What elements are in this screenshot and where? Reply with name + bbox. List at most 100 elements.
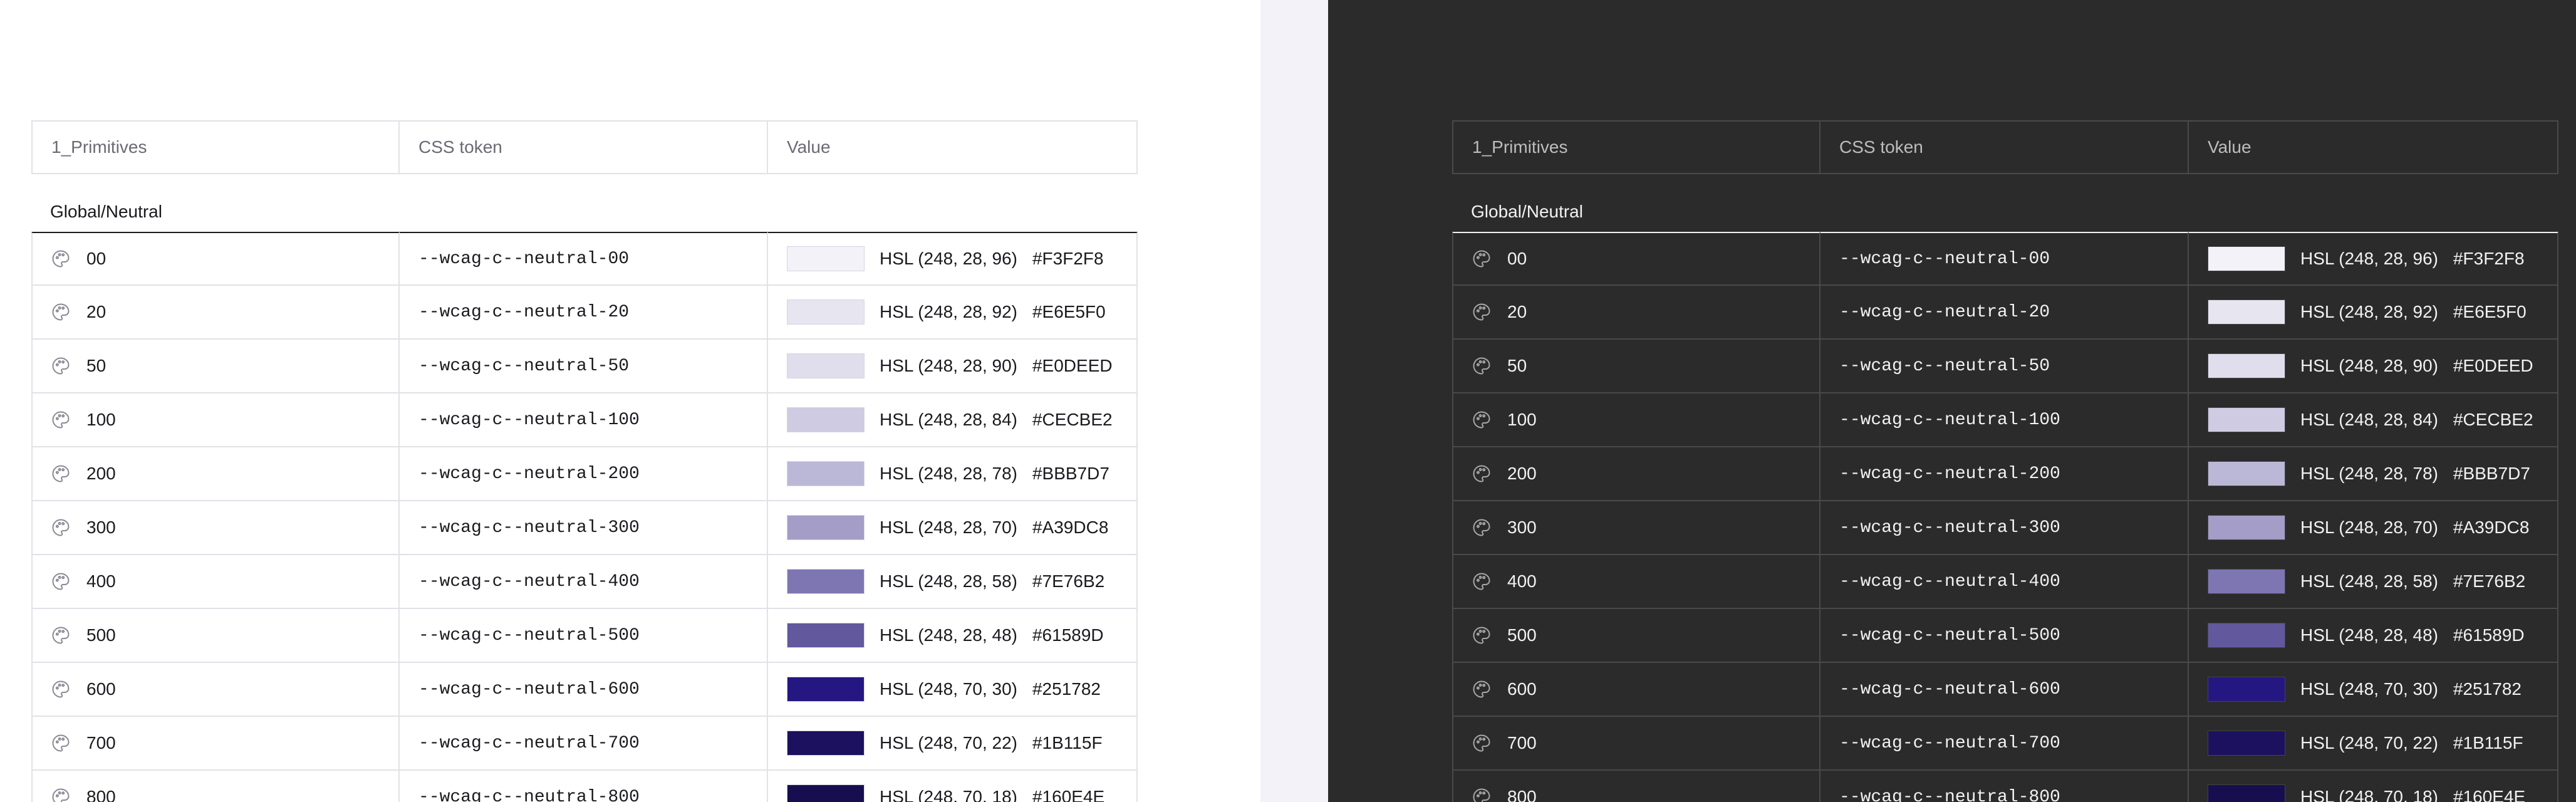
css-token[interactable]: --wcag-c--neutral-00 [400,232,768,286]
hex-value: #E0DEED [2453,356,2533,375]
value-cell: HSL (248, 70, 30) #251782 [2189,663,2558,717]
css-token[interactable]: --wcag-c--neutral-700 [1820,717,2189,771]
value-cell: HSL (248, 28, 90) #E0DEED [2189,340,2558,393]
css-token[interactable]: --wcag-c--neutral-600 [1820,663,2189,717]
palette-icon [52,303,70,321]
table-row[interactable]: 800 --wcag-c--neutral-800 HSL (248, 70, … [31,771,1138,802]
table-row[interactable]: 200 --wcag-c--neutral-200 HSL (248, 28, … [1452,447,2558,501]
css-token[interactable]: --wcag-c--neutral-100 [1820,393,2189,447]
table-row[interactable]: 500 --wcag-c--neutral-500 HSL (248, 28, … [1452,609,2558,663]
hsl-value: HSL (248, 70, 18) [880,787,1017,802]
css-token[interactable]: --wcag-c--neutral-400 [400,555,768,609]
table-row[interactable]: 500 --wcag-c--neutral-500 HSL (248, 28, … [31,609,1138,663]
color-swatch [2208,407,2285,432]
palette-icon [52,357,70,375]
primitive-name-cell: 800 [31,771,400,802]
table-row[interactable]: 300 --wcag-c--neutral-300 HSL (248, 28, … [1452,501,2558,555]
table-row[interactable]: 50 --wcag-c--neutral-50 HSL (248, 28, 90… [1452,340,2558,393]
css-token[interactable]: --wcag-c--neutral-200 [400,447,768,501]
primitive-name-cell: 300 [1452,501,1820,555]
primitive-name-cell: 400 [1452,555,1820,609]
hex-value: #61589D [2453,625,2525,645]
table-row[interactable]: 200 --wcag-c--neutral-200 HSL (248, 28, … [31,447,1138,501]
primitive-name: 50 [1507,356,1527,375]
header-primitives: 1_Primitives [1452,120,1820,174]
primitive-name-cell: 200 [1452,447,1820,501]
css-token[interactable]: --wcag-c--neutral-00 [1820,232,2189,286]
table-row[interactable]: 20 --wcag-c--neutral-20 HSL (248, 28, 92… [31,286,1138,340]
table-header: 1_Primitives CSS token Value [31,120,1138,174]
css-token[interactable]: --wcag-c--neutral-200 [1820,447,2189,501]
hsl-value: HSL (248, 70, 22) [2300,733,2438,753]
table-row[interactable]: 00 --wcag-c--neutral-00 HSL (248, 28, 96… [1452,232,2558,286]
palette-icon [1473,303,1490,321]
hsl-value: HSL (248, 28, 96) [880,249,1017,268]
value-cell: HSL (248, 28, 92) #E6E5F0 [2189,286,2558,340]
value-cell: HSL (248, 28, 70) #A39DC8 [2189,501,2558,555]
css-token[interactable]: --wcag-c--neutral-500 [1820,609,2189,663]
css-token[interactable]: --wcag-c--neutral-300 [1820,501,2189,555]
table-row[interactable]: 20 --wcag-c--neutral-20 HSL (248, 28, 92… [1452,286,2558,340]
light-theme-panel: 1_Primitives CSS token Value Global/Neut… [0,0,1260,802]
table-header: 1_Primitives CSS token Value [1452,120,2558,174]
value-cell: HSL (248, 28, 70) #A39DC8 [768,501,1138,555]
table-row[interactable]: 50 --wcag-c--neutral-50 HSL (248, 28, 90… [31,340,1138,393]
css-token[interactable]: --wcag-c--neutral-50 [400,340,768,393]
css-token[interactable]: --wcag-c--neutral-20 [400,286,768,340]
table-row[interactable]: 100 --wcag-c--neutral-100 HSL (248, 28, … [31,393,1138,447]
primitive-name-cell: 100 [31,393,400,447]
css-token[interactable]: --wcag-c--neutral-300 [400,501,768,555]
value-cell: HSL (248, 70, 18) #160E4E [2189,771,2558,802]
hex-value: #F3F2F8 [2453,249,2525,268]
value-cell: HSL (248, 70, 18) #160E4E [768,771,1138,802]
primitive-name-cell: 20 [31,286,400,340]
color-swatch [787,731,865,756]
table-row[interactable]: 100 --wcag-c--neutral-100 HSL (248, 28, … [1452,393,2558,447]
primitive-name-cell: 100 [1452,393,1820,447]
palette-icon [52,573,70,590]
hsl-value: HSL (248, 28, 90) [2300,356,2438,375]
table-row[interactable]: 00 --wcag-c--neutral-00 HSL (248, 28, 96… [31,232,1138,286]
palette-icon [1473,788,1490,802]
css-token[interactable]: --wcag-c--neutral-800 [400,771,768,802]
hsl-value: HSL (248, 70, 22) [880,733,1017,753]
hsl-value: HSL (248, 70, 30) [880,679,1017,699]
hsl-value: HSL (248, 28, 58) [880,571,1017,591]
css-token[interactable]: --wcag-c--neutral-700 [400,717,768,771]
table-row[interactable]: 600 --wcag-c--neutral-600 HSL (248, 70, … [1452,663,2558,717]
table-row[interactable]: 600 --wcag-c--neutral-600 HSL (248, 70, … [31,663,1138,717]
hex-value: #CECBE2 [2453,410,2533,429]
table-row[interactable]: 700 --wcag-c--neutral-700 HSL (248, 70, … [31,717,1138,771]
primitive-name-cell: 500 [1452,609,1820,663]
primitive-name: 20 [1507,302,1527,321]
hex-value: #61589D [1032,625,1104,645]
header-primitives: 1_Primitives [31,120,400,174]
color-swatch [2208,677,2285,702]
css-token[interactable]: --wcag-c--neutral-400 [1820,555,2189,609]
value-cell: HSL (248, 28, 48) #61589D [768,609,1138,663]
css-token[interactable]: --wcag-c--neutral-600 [400,663,768,717]
css-token[interactable]: --wcag-c--neutral-800 [1820,771,2189,802]
css-token[interactable]: --wcag-c--neutral-20 [1820,286,2189,340]
hsl-value: HSL (248, 28, 92) [2300,302,2438,321]
primitive-name-cell: 300 [31,501,400,555]
table-row[interactable]: 800 --wcag-c--neutral-800 HSL (248, 70, … [1452,771,2558,802]
table-row[interactable]: 700 --wcag-c--neutral-700 HSL (248, 70, … [1452,717,2558,771]
color-swatch [2208,353,2285,378]
css-token[interactable]: --wcag-c--neutral-100 [400,393,768,447]
table-row[interactable]: 400 --wcag-c--neutral-400 HSL (248, 28, … [1452,555,2558,609]
panel-divider [1260,0,1328,802]
header-value: Value [2189,120,2558,174]
css-token[interactable]: --wcag-c--neutral-50 [1820,340,2189,393]
hsl-value: HSL (248, 28, 78) [880,464,1017,483]
css-token[interactable]: --wcag-c--neutral-500 [400,609,768,663]
hsl-value: HSL (248, 28, 48) [2300,625,2438,645]
value-cell: HSL (248, 28, 48) #61589D [2189,609,2558,663]
table-row[interactable]: 400 --wcag-c--neutral-400 HSL (248, 28, … [31,555,1138,609]
primitive-name-cell: 600 [1452,663,1820,717]
hsl-value: HSL (248, 28, 84) [2300,410,2438,429]
table-row[interactable]: 300 --wcag-c--neutral-300 HSL (248, 28, … [31,501,1138,555]
hex-value: #BBB7D7 [1032,464,1109,483]
primitive-name-cell: 50 [31,340,400,393]
header-value: Value [768,120,1138,174]
